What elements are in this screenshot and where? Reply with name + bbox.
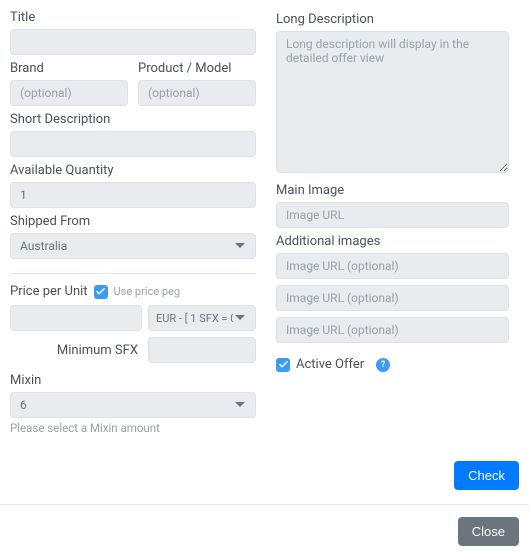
brand-label: Brand	[10, 61, 128, 76]
additional-images-label: Additional images	[276, 234, 509, 249]
mixin-help: Please select a Mixin amount	[10, 421, 256, 435]
shipped-select[interactable]: Australia	[10, 233, 256, 259]
price-label: Price per Unit	[10, 284, 88, 299]
product-label: Product / Model	[138, 61, 256, 76]
shipped-label: Shipped From	[10, 214, 256, 229]
long-desc-label: Long Description	[276, 12, 509, 27]
info-icon[interactable]: ?	[376, 358, 390, 372]
brand-input[interactable]	[10, 80, 128, 106]
long-desc-textarea[interactable]	[276, 31, 509, 173]
use-peg-label: Use price peg	[114, 285, 180, 298]
main-image-input[interactable]	[276, 202, 509, 228]
price-input[interactable]	[10, 305, 142, 331]
divider	[10, 273, 256, 274]
use-peg-checkbox[interactable]	[94, 285, 108, 299]
mixin-label: Mixin	[10, 373, 256, 388]
check-icon	[96, 287, 105, 296]
active-offer-checkbox[interactable]	[276, 358, 290, 372]
title-label: Title	[10, 10, 256, 25]
additional-image-input-1[interactable]	[276, 253, 509, 279]
product-input[interactable]	[138, 80, 256, 106]
short-desc-label: Short Description	[10, 112, 256, 127]
min-sfx-input[interactable]	[148, 337, 256, 363]
check-button[interactable]: Check	[454, 461, 519, 490]
mixin-select[interactable]: 6	[10, 392, 256, 418]
check-icon	[279, 360, 288, 369]
additional-image-input-3[interactable]	[276, 317, 509, 343]
qty-input[interactable]	[10, 182, 256, 208]
title-input[interactable]	[10, 29, 256, 55]
active-offer-label: Active Offer	[296, 357, 364, 372]
short-desc-input[interactable]	[10, 131, 256, 157]
min-sfx-label: Minimum SFX	[57, 343, 138, 358]
additional-image-input-2[interactable]	[276, 285, 509, 311]
qty-label: Available Quantity	[10, 163, 256, 178]
main-image-label: Main Image	[276, 183, 509, 198]
close-button[interactable]: Close	[458, 517, 519, 546]
currency-select[interactable]: EUR - [ 1 SFX = 0.013	[148, 305, 256, 331]
